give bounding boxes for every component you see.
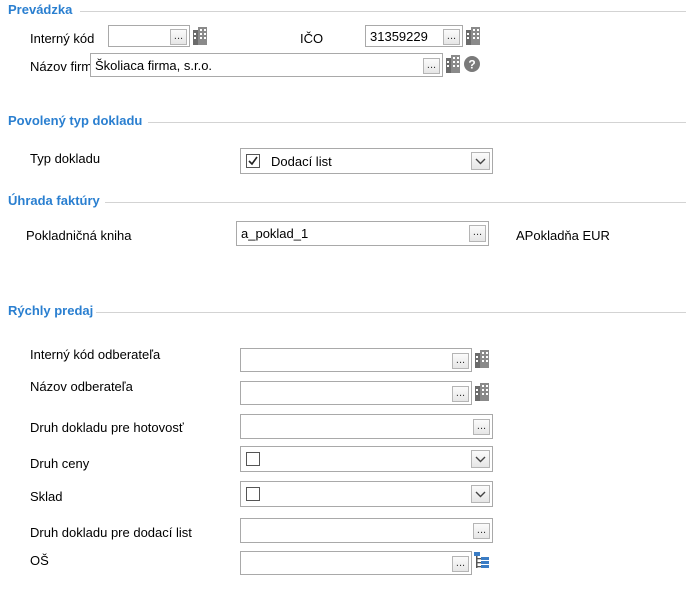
os-field[interactable]: ... — [240, 551, 472, 575]
chevron-down-icon — [475, 491, 486, 498]
interny-kod-field[interactable]: ... — [108, 25, 190, 47]
nazov-odberatela-label: Názov odberateľa — [30, 379, 133, 394]
druh-ceny-label: Druh ceny — [30, 456, 90, 471]
os-browse-button[interactable]: ... — [452, 556, 469, 572]
interny-kod-odberatela-browse-button[interactable]: ... — [452, 353, 469, 369]
building-icon[interactable] — [475, 350, 489, 368]
pokladnicna-kniha-description: APokladňa EUR — [516, 228, 610, 243]
druh-dokladu-dodaci-label: Druh dokladu pre dodací list — [30, 525, 192, 540]
building-icon[interactable] — [475, 383, 489, 401]
sklad-checkbox[interactable] — [246, 487, 260, 501]
typ-dokladu-checkbox[interactable] — [246, 154, 260, 168]
nazov-firmy-label: Názov firmy — [30, 59, 92, 74]
svg-text:?: ? — [468, 58, 475, 72]
pokladnicna-kniha-label: Pokladničná kniha — [26, 228, 132, 243]
ico-browse-button[interactable]: ... — [443, 29, 460, 45]
chevron-down-icon — [475, 158, 486, 165]
section-title-rychly-predaj: Rýchly predaj — [8, 303, 94, 318]
section-title-prevadzka: Prevádzka — [8, 2, 73, 17]
nazov-odberatela-browse-button[interactable]: ... — [452, 386, 469, 402]
typ-dokladu-value: Dodací list — [271, 153, 332, 169]
section-title-uhrada: Úhrada faktúry — [8, 193, 100, 208]
nazov-firmy-browse-button[interactable]: ... — [423, 58, 440, 74]
typ-dokladu-select[interactable]: Dodací list — [240, 148, 493, 174]
pokladnicna-kniha-browse-button[interactable]: ... — [469, 225, 486, 242]
druh-ceny-checkbox[interactable] — [246, 452, 260, 466]
interny-kod-label: Interný kód — [30, 31, 95, 46]
section-divider — [80, 11, 686, 12]
sklad-dropdown-button[interactable] — [471, 485, 490, 503]
building-icon[interactable] — [446, 55, 460, 73]
interny-kod-odberatela-field[interactable]: ... — [240, 348, 472, 372]
druh-ceny-dropdown-button[interactable] — [471, 450, 490, 468]
chevron-down-icon — [475, 456, 486, 463]
ico-field[interactable]: 31359229 ... — [365, 25, 463, 47]
ico-label: IČO — [300, 31, 324, 46]
typ-dokladu-label: Typ dokladu — [30, 151, 101, 166]
section-divider — [96, 312, 686, 313]
nazov-odberatela-field[interactable]: ... — [240, 381, 472, 405]
druh-ceny-select[interactable] — [240, 446, 493, 472]
help-icon[interactable]: ? — [464, 56, 480, 72]
typ-dokladu-dropdown-button[interactable] — [471, 152, 490, 170]
checkmark-icon — [248, 156, 258, 166]
nazov-firmy-value: Školiaca firma, s.r.o. — [95, 57, 213, 73]
sklad-select[interactable] — [240, 481, 493, 507]
section-divider — [105, 202, 686, 203]
sklad-label: Sklad — [30, 489, 63, 504]
druh-dokladu-hotovost-browse-button[interactable]: ... — [473, 419, 490, 435]
interny-kod-odberatela-label: Interný kód odberateľa — [30, 347, 161, 362]
building-icon[interactable] — [466, 27, 480, 45]
pokladnicna-kniha-field[interactable]: a_poklad_1 ... — [236, 221, 489, 246]
druh-dokladu-hotovost-field[interactable]: ... — [240, 414, 493, 439]
ico-value: 31359229 — [370, 28, 428, 44]
druh-dokladu-dodaci-field[interactable]: ... — [240, 518, 493, 543]
section-divider — [148, 122, 686, 123]
druh-dokladu-dodaci-browse-button[interactable]: ... — [473, 523, 490, 539]
pokladnicna-kniha-value: a_poklad_1 — [241, 226, 309, 241]
interny-kod-browse-button[interactable]: ... — [170, 29, 187, 45]
druh-dokladu-hotovost-label: Druh dokladu pre hotovosť — [30, 420, 184, 435]
os-label: OŠ — [30, 553, 49, 568]
section-title-povoleny-typ: Povolený typ dokladu — [8, 113, 143, 128]
tree-icon[interactable] — [474, 552, 490, 570]
nazov-firmy-field[interactable]: Školiaca firma, s.r.o. ... — [90, 53, 443, 77]
building-icon[interactable] — [193, 27, 207, 45]
